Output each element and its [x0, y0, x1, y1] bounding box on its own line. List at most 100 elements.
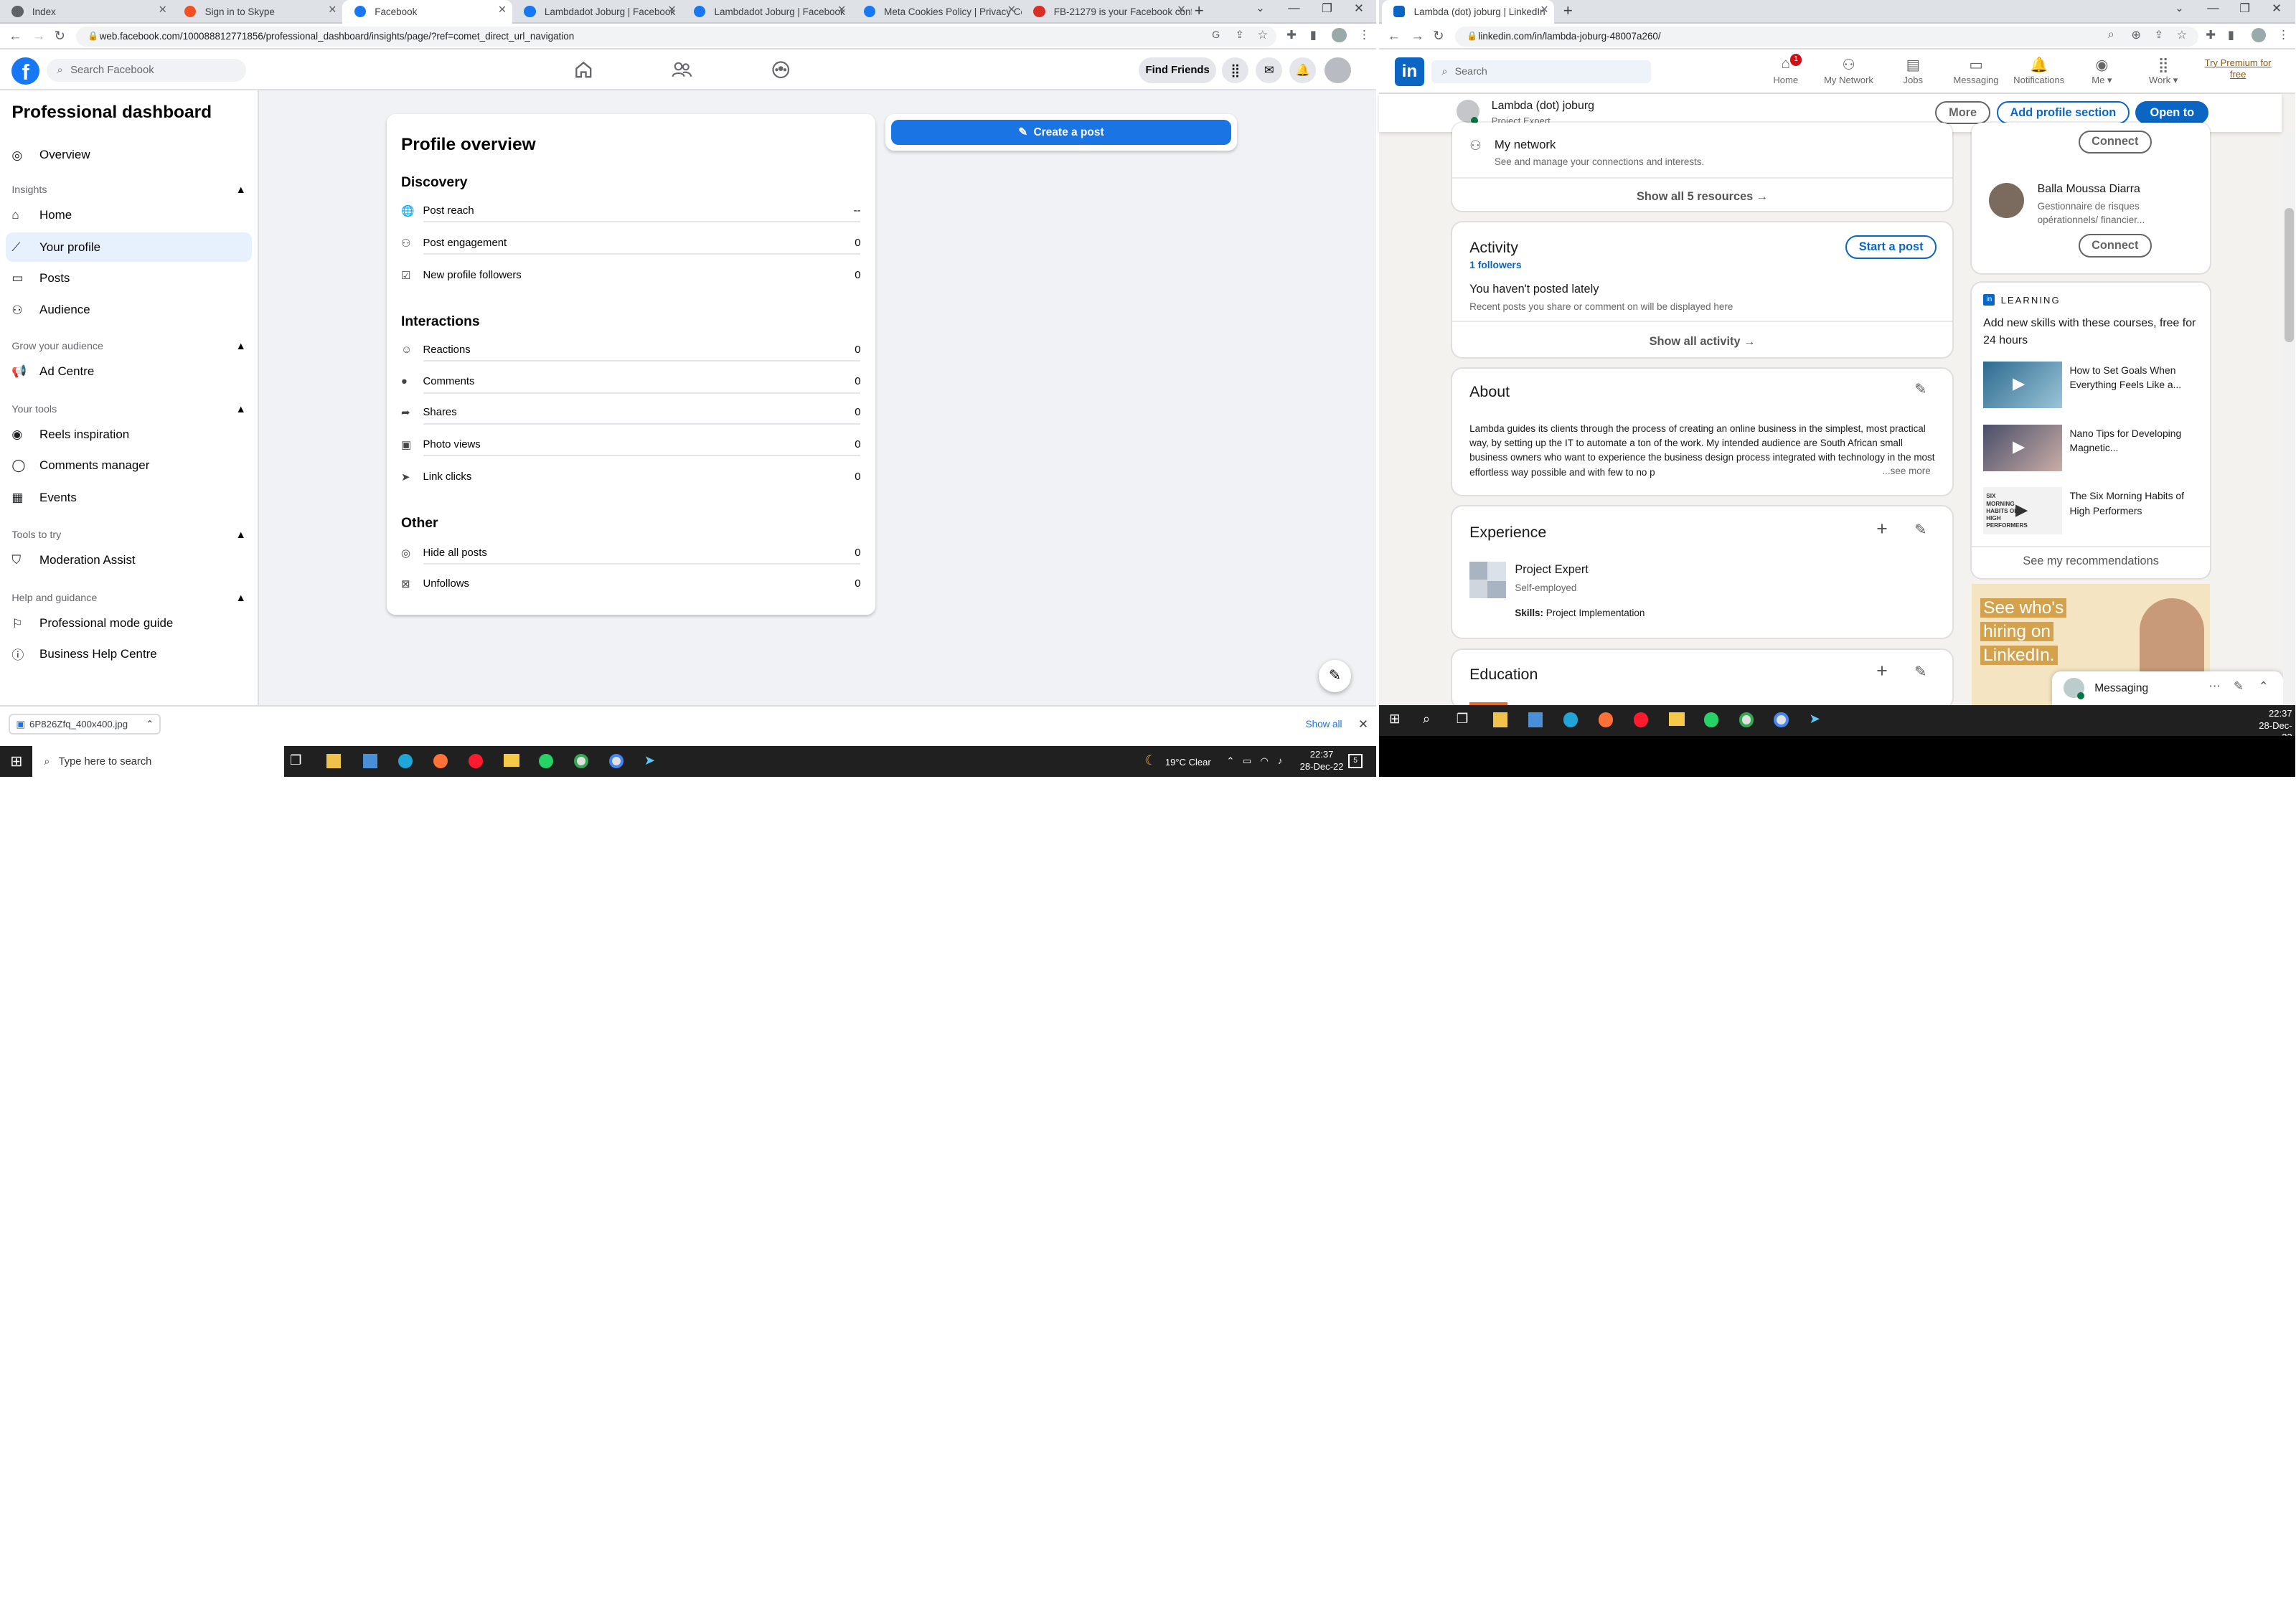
add-plus-icon[interactable]: +	[1876, 660, 1888, 682]
download-item[interactable]: ▣ 6P826Zfq_400x400.jpg ⌃	[9, 714, 161, 735]
close-icon[interactable]: ✕	[1358, 717, 1368, 732]
url-field[interactable]: linkedin.com/in/lambda-joburg-48007a260/	[1454, 26, 2199, 47]
share-icon[interactable]: ⇪	[1236, 29, 1244, 41]
find-friends-button[interactable]: Find Friends	[1139, 57, 1217, 84]
browser-menu-icon[interactable]: ⋮	[2277, 28, 2289, 42]
forward-icon[interactable]: →	[1411, 28, 1424, 44]
restore-icon[interactable]: ❐	[2239, 1, 2250, 16]
see-more-link[interactable]: ...see more	[1879, 465, 1931, 476]
file-explorer-icon[interactable]	[503, 753, 520, 767]
sidebar-item-ad-centre[interactable]: 📢 Ad Centre	[6, 357, 252, 387]
bookmark-star-icon[interactable]: ☆	[1257, 28, 1268, 42]
reload-icon[interactable]: ↻	[1433, 28, 1444, 44]
close-icon[interactable]: ✕	[837, 4, 846, 16]
close-icon[interactable]: ✕	[668, 4, 677, 16]
close-icon[interactable]: ✕	[1540, 4, 1548, 16]
account-avatar[interactable]	[1325, 57, 1351, 84]
minimize-icon[interactable]: —	[2207, 1, 2219, 15]
see-recommendations-link[interactable]: See my recommendations	[1972, 554, 2211, 568]
chevron-up-icon[interactable]: ▲	[236, 184, 246, 196]
scrollbar[interactable]	[2283, 131, 2295, 706]
edge-icon[interactable]	[1563, 712, 1578, 727]
groups-icon[interactable]	[771, 60, 791, 80]
mail-icon[interactable]	[1528, 712, 1543, 727]
chrome-icon[interactable]	[608, 753, 624, 768]
weather-text[interactable]: 19°C Clear	[1165, 757, 1211, 768]
section-your-tools[interactable]: Your tools ▲	[11, 404, 245, 415]
chevron-up-icon[interactable]: ▲	[236, 404, 246, 415]
new-message-icon[interactable]: ✎	[1319, 660, 1351, 692]
extensions-icon[interactable]: ✚	[2206, 28, 2216, 42]
person-name[interactable]: Balla Moussa Diarra	[2038, 183, 2140, 196]
chevron-up-icon[interactable]: ▲	[236, 341, 246, 352]
tab-search-icon[interactable]: ⌄	[1256, 3, 1264, 14]
wifi-icon[interactable]: ◠	[1260, 755, 1268, 767]
messaging-overlay[interactable]: Messaging ⋯ ✎ ⌃	[2052, 671, 2284, 706]
close-icon[interactable]: ✕	[1007, 4, 1016, 16]
task-view-icon[interactable]: ❐	[290, 752, 301, 768]
chrome-icon[interactable]	[573, 753, 589, 768]
file-explorer-icon[interactable]	[1668, 712, 1685, 726]
friends-icon[interactable]	[672, 60, 692, 80]
sidebar-item-audience[interactable]: ⚇ Audience	[6, 296, 252, 325]
facebook-logo-icon[interactable]: f	[11, 57, 40, 85]
volume-icon[interactable]: ♪	[1278, 755, 1283, 766]
edit-pencil-icon[interactable]: ✎	[1914, 663, 1926, 681]
home-icon[interactable]	[574, 60, 593, 80]
compose-icon[interactable]: ✎	[2234, 679, 2244, 694]
close-icon[interactable]: ✕	[159, 4, 167, 16]
nav-my-network[interactable]: ⚇ My Network	[1817, 56, 1881, 86]
back-icon[interactable]: ←	[1388, 28, 1401, 44]
course-thumbnail[interactable]: SIX MORNING HABITS OF HIGH PERFORMERS ▶	[1983, 487, 2063, 534]
new-tab-icon[interactable]: +	[1563, 1, 1573, 20]
network-icon[interactable]: ▭	[1243, 755, 1251, 767]
connect-button[interactable]: Connect	[2078, 130, 2152, 154]
close-icon[interactable]: ✕	[498, 4, 507, 16]
firefox-icon[interactable]	[433, 753, 448, 768]
search-input[interactable]: ⌕ Search Facebook	[47, 58, 246, 82]
browser-tab[interactable]: Meta Cookies Policy | Privacy Ce ✕	[852, 0, 1022, 24]
notification-center-icon[interactable]: 5	[1347, 753, 1363, 768]
sidebar-item-your-profile[interactable]: ⟋ Your profile	[6, 232, 252, 263]
edit-pencil-icon[interactable]: ✎	[1914, 521, 1926, 539]
start-post-button[interactable]: Start a post	[1845, 235, 1937, 260]
sidebar-item-home[interactable]: ⌂ Home	[6, 200, 252, 230]
section-grow-audience[interactable]: Grow your audience ▲	[11, 341, 245, 352]
browser-tab[interactable]: Lambdadot Joburg | Facebook ✕	[512, 0, 682, 24]
section-help[interactable]: Help and guidance ▲	[11, 593, 245, 604]
nav-messaging[interactable]: ▭ Messaging	[1944, 56, 2008, 86]
sidebar-item-business-help-centre[interactable]: ⓘ Business Help Centre	[6, 639, 252, 669]
person-avatar[interactable]	[1989, 182, 2025, 218]
show-all-downloads-link[interactable]: Show all	[1306, 719, 1342, 730]
url-field[interactable]: web.facebook.com/100088812771856/profess…	[76, 26, 1276, 47]
course-thumbnail[interactable]: ▶	[1983, 361, 2063, 409]
restore-icon[interactable]: ❐	[1322, 1, 1332, 16]
app-icon[interactable]: ➤	[1809, 711, 1820, 727]
close-icon[interactable]: ✕	[1177, 4, 1185, 16]
chevron-up-icon[interactable]: ▲	[236, 529, 246, 541]
google-icon[interactable]: G	[1212, 29, 1220, 41]
search-icon[interactable]: ⌕	[2108, 28, 2114, 42]
nav-me[interactable]: ◉ Me ▾	[2070, 56, 2135, 87]
section-insights[interactable]: Insights ▲	[11, 184, 245, 196]
scrollbar[interactable]	[1367, 90, 1376, 706]
try-premium-link[interactable]: Try Premium for free	[2198, 57, 2277, 81]
search-input[interactable]: ⌕ Search	[1431, 60, 1652, 84]
create-post-button[interactable]: ✎ Create a post	[891, 120, 1231, 145]
browser-tab[interactable]: Index ✕	[0, 0, 173, 24]
chevron-up-icon[interactable]: ⌃	[1227, 755, 1235, 767]
close-icon[interactable]: ✕	[328, 4, 337, 16]
chrome-icon[interactable]	[1774, 712, 1789, 727]
show-all-activity-link[interactable]: Show all activity →	[1452, 335, 1953, 349]
nav-notifications[interactable]: 🔔 Notifications	[2007, 56, 2071, 86]
more-button[interactable]: More	[1934, 100, 1991, 125]
add-plus-icon[interactable]: +	[1876, 518, 1888, 540]
edit-pencil-icon[interactable]: ✎	[1914, 380, 1926, 398]
sidebar-item-comments-manager[interactable]: ◯ Comments manager	[6, 450, 252, 480]
more-options-icon[interactable]: ⋯	[2208, 679, 2220, 694]
whatsapp-icon[interactable]	[1703, 712, 1718, 727]
course-title[interactable]: Nano Tips for Developing Magnetic...	[2070, 426, 2202, 455]
browser-tab-active[interactable]: Lambda (dot) joburg | LinkedIn ✕	[1381, 0, 1555, 24]
windows-start-icon[interactable]: ⊞	[1389, 711, 1400, 727]
lock-icon[interactable]: 🔒	[1467, 31, 1477, 41]
